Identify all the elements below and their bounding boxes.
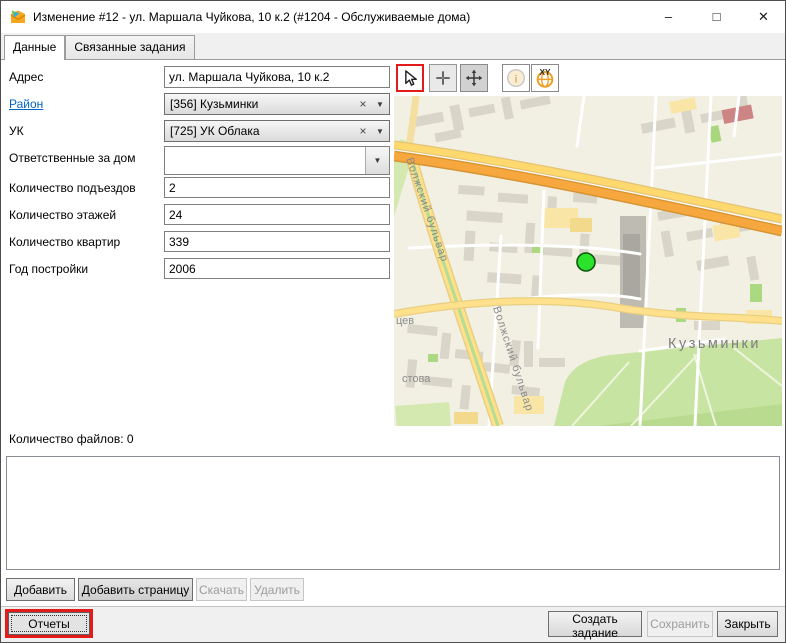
district-link[interactable]: Район bbox=[9, 97, 43, 111]
floors-label: Количество этажей bbox=[9, 208, 116, 222]
xy-coordinates-tool-button[interactable]: XY bbox=[531, 64, 559, 92]
add-page-button[interactable]: Добавить страницу bbox=[78, 578, 193, 601]
district-clear-icon[interactable]: × bbox=[355, 97, 371, 111]
tab-strip: Данные Связанные задания bbox=[1, 33, 785, 60]
map-marker[interactable] bbox=[577, 253, 595, 271]
floors-input[interactable] bbox=[164, 204, 390, 225]
close-button[interactable]: ✕ bbox=[741, 1, 786, 33]
tab-linked-tasks[interactable]: Связанные задания bbox=[65, 35, 194, 59]
tab-data[interactable]: Данные bbox=[4, 35, 65, 60]
add-file-button[interactable]: Добавить bbox=[6, 578, 75, 601]
pan-tool-button[interactable] bbox=[460, 64, 488, 92]
save-button: Сохранить bbox=[647, 611, 713, 637]
district-combo-value: [356] Кузьминки bbox=[170, 97, 355, 111]
uk-combo[interactable]: [725] УК Облака × ▼ bbox=[164, 120, 390, 142]
address-input[interactable] bbox=[164, 66, 390, 88]
footer-bar: Отчеты Создать задание Сохранить Закрыть bbox=[1, 606, 785, 643]
svg-text:Кузьминки: Кузьминки bbox=[668, 336, 761, 352]
svg-text:цев: цев bbox=[396, 315, 414, 327]
reports-button[interactable]: Отчеты bbox=[8, 612, 90, 635]
uk-clear-icon[interactable]: × bbox=[355, 124, 371, 138]
dialog-window: Изменение #12 - ул. Маршала Чуйкова, 10 … bbox=[0, 0, 786, 643]
reports-annotation-highlight: Отчеты bbox=[5, 609, 93, 638]
responsible-dropdown-icon: ▼ bbox=[374, 156, 382, 165]
responsible-dropdown-button[interactable]: ▼ bbox=[365, 147, 389, 174]
map-graphic: Волжский бульвар Волжский бульвар Кузьми… bbox=[394, 96, 782, 426]
uk-dropdown-icon[interactable]: ▼ bbox=[371, 127, 389, 136]
info-icon: i bbox=[505, 67, 527, 89]
year-label: Год постройки bbox=[9, 262, 88, 276]
map[interactable]: Волжский бульвар Волжский бульвар Кузьми… bbox=[394, 96, 782, 426]
files-count-label: Количество файлов: 0 bbox=[9, 432, 134, 446]
district-combo[interactable]: [356] Кузьминки × ▼ bbox=[164, 93, 390, 115]
info-tool-button[interactable]: i bbox=[502, 64, 530, 92]
responsible-label: Ответственные за дом bbox=[9, 151, 135, 165]
close-dialog-button[interactable]: Закрыть bbox=[717, 611, 778, 637]
svg-text:стова: стова bbox=[402, 373, 431, 385]
uk-combo-value: [725] УК Облака bbox=[170, 124, 355, 138]
apartments-label: Количество квартир bbox=[9, 235, 120, 249]
tab-content: Адрес Район [356] Кузьминки × ▼ УК [725]… bbox=[1, 60, 785, 606]
delete-file-button: Удалить bbox=[250, 578, 304, 601]
svg-text:XY: XY bbox=[539, 68, 551, 77]
select-tool-button[interactable] bbox=[396, 64, 424, 92]
plus-crosshair-icon bbox=[433, 68, 453, 88]
responsible-combo-value bbox=[165, 147, 365, 174]
crosshair-tool-button[interactable] bbox=[429, 64, 457, 92]
move-arrows-icon bbox=[464, 68, 484, 88]
create-task-button[interactable]: Создать задание bbox=[548, 611, 642, 637]
entrances-label: Количество подъездов bbox=[9, 181, 136, 195]
responsible-combo[interactable]: ▼ bbox=[164, 146, 390, 175]
files-list[interactable] bbox=[6, 456, 780, 570]
download-file-button: Скачать bbox=[196, 578, 247, 601]
address-label: Адрес bbox=[9, 70, 43, 84]
apartments-input[interactable] bbox=[164, 231, 390, 252]
xy-globe-icon: XY bbox=[534, 67, 556, 89]
maximize-button[interactable]: □ bbox=[694, 1, 739, 33]
entrances-input[interactable] bbox=[164, 177, 390, 198]
window-title: Изменение #12 - ул. Маршала Чуйкова, 10 … bbox=[33, 1, 470, 33]
uk-label: УК bbox=[9, 124, 24, 138]
minimize-button[interactable]: – bbox=[646, 1, 691, 33]
district-dropdown-icon[interactable]: ▼ bbox=[371, 100, 389, 109]
app-envelope-icon bbox=[10, 9, 26, 25]
year-input[interactable] bbox=[164, 258, 390, 279]
title-bar: Изменение #12 - ул. Маршала Чуйкова, 10 … bbox=[1, 1, 785, 33]
cursor-arrow-icon bbox=[400, 68, 420, 88]
